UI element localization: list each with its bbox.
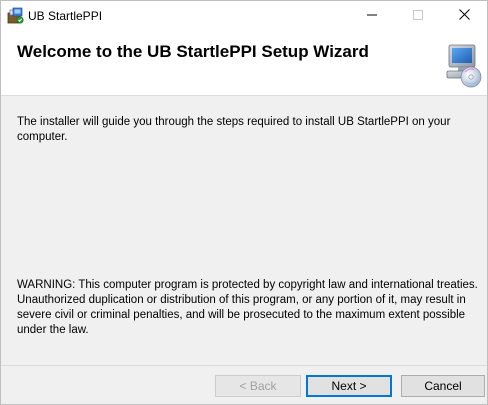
- next-button[interactable]: Next >: [306, 375, 392, 397]
- wizard-body: The installer will guide you through the…: [1, 96, 487, 365]
- close-button[interactable]: [441, 1, 487, 31]
- maximize-button: [395, 1, 441, 31]
- computer-cd-icon: [441, 41, 483, 89]
- window-title: UB StartlePPI: [28, 9, 103, 23]
- minimize-icon: [367, 7, 377, 25]
- maximize-icon: [413, 7, 423, 25]
- installer-icon: [7, 7, 25, 25]
- copyright-warning: WARNING: This computer program is protec…: [17, 279, 478, 336]
- wizard-header: Welcome to the UB StartlePPI Setup Wizar…: [1, 31, 487, 96]
- minimize-button[interactable]: [349, 1, 395, 31]
- page-title: Welcome to the UB StartlePPI Setup Wizar…: [17, 42, 369, 61]
- back-button: < Back: [215, 375, 301, 397]
- title-bar[interactable]: UB StartlePPI: [1, 1, 487, 31]
- cancel-button[interactable]: Cancel: [401, 375, 485, 397]
- wizard-footer: < Back Next > Cancel: [1, 365, 487, 404]
- intro-text: The installer will guide you through the…: [17, 116, 451, 143]
- setup-wizard-window: UB StartlePPI Welcome to the UB StartleP…: [0, 0, 488, 405]
- close-icon: [458, 7, 470, 25]
